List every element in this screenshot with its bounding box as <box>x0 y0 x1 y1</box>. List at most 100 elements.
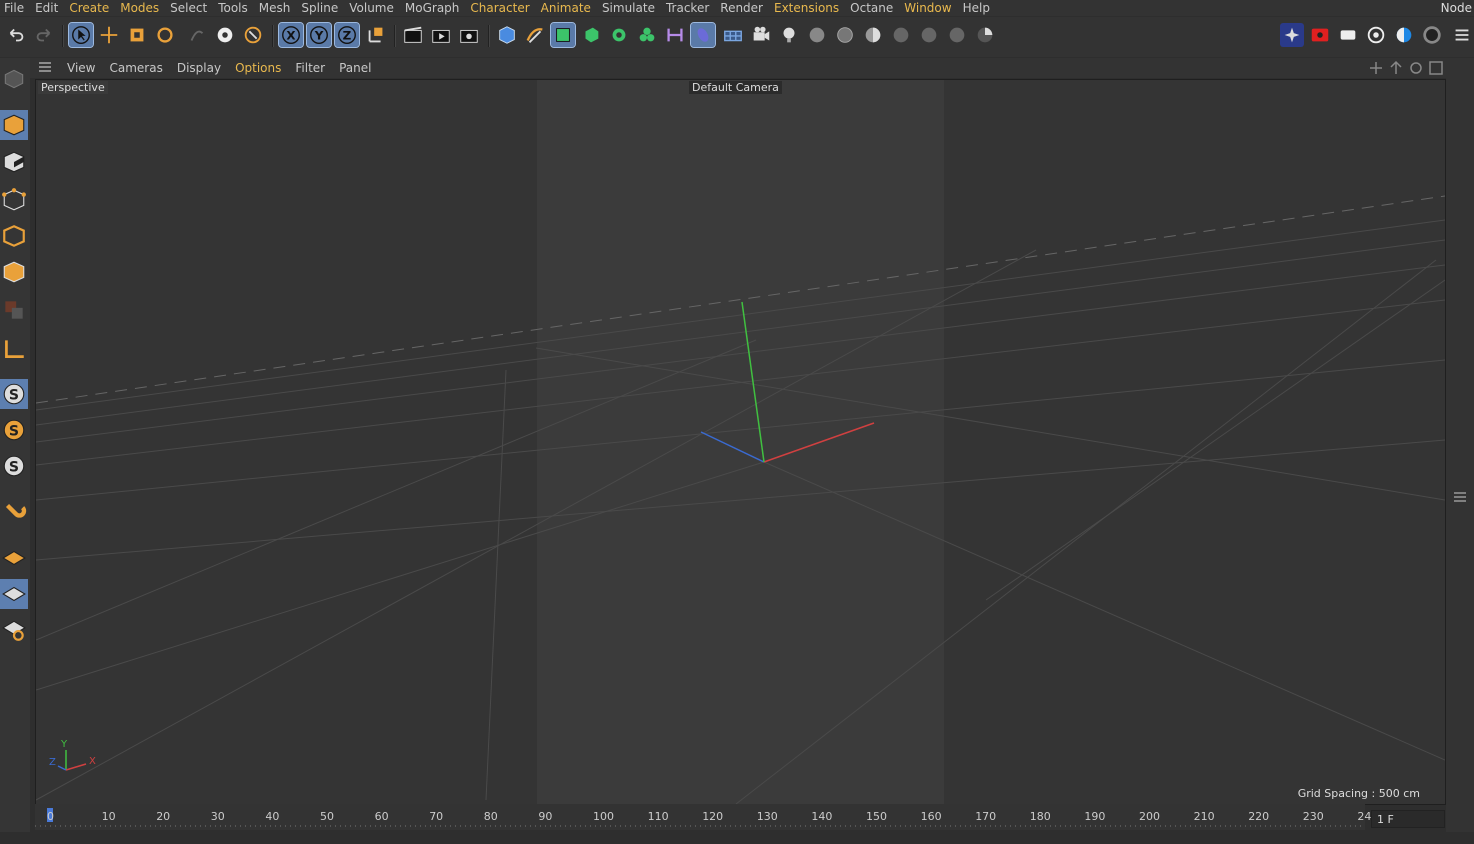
x-axis-lock-button[interactable]: X <box>278 22 304 48</box>
mix-material-button[interactable] <box>945 23 969 47</box>
planar-workplane-button[interactable] <box>0 615 28 645</box>
menu-edit[interactable]: Edit <box>31 0 65 16</box>
texture-mode-button[interactable] <box>0 147 28 177</box>
octane-camera-button[interactable] <box>1336 23 1360 47</box>
menu-character[interactable]: Character <box>466 0 536 16</box>
cube-object-button[interactable] <box>495 23 519 47</box>
timeline-ruler[interactable]: 0 10 20 30 40 50 60 70 80 90 100 110 120 130 140 150 160… <box>35 804 1378 830</box>
menu-select[interactable]: Select <box>166 0 214 16</box>
workplane-button[interactable] <box>0 543 28 573</box>
timeline-tick-label: 10 <box>101 810 116 823</box>
camera-object-button[interactable] <box>749 23 773 47</box>
uv-mode-button[interactable] <box>0 295 28 325</box>
live-selection-button[interactable] <box>185 23 209 47</box>
viewport-menu-icon[interactable] <box>30 61 60 76</box>
edges-mode-button[interactable] <box>0 221 28 251</box>
sculpt-snap-button[interactable]: S <box>0 415 28 445</box>
menu-mograph[interactable]: MoGraph <box>401 0 467 16</box>
model-mode-button[interactable] <box>0 110 28 140</box>
viewport-menu-view[interactable]: View <box>60 61 102 75</box>
menu-volume[interactable]: Volume <box>345 0 401 16</box>
octane-settings-button[interactable] <box>1280 23 1304 47</box>
solo-button[interactable]: S <box>0 451 28 481</box>
grid-spacing-label: Grid Spacing : 500 cm <box>1297 787 1420 800</box>
timeline-tick-label: 30 <box>210 810 225 823</box>
y-axis-lock-button[interactable]: Y <box>306 22 332 48</box>
perspective-viewport[interactable]: Perspective Default Camera Y X Z Grid Sp… <box>35 79 1446 805</box>
points-mode-button[interactable] <box>0 185 28 215</box>
menu-animate[interactable]: Animate <box>537 0 598 16</box>
pen-spline-button[interactable] <box>523 23 547 47</box>
material-button-3[interactable] <box>861 23 885 47</box>
panel-menu-icon[interactable] <box>1452 490 1468 504</box>
timeline-tick-label: 130 <box>756 810 778 823</box>
toolbar-menu-button[interactable] <box>1450 23 1474 47</box>
menu-window[interactable]: Window <box>900 0 958 16</box>
octane-material-button[interactable] <box>1392 23 1416 47</box>
menu-simulate[interactable]: Simulate <box>598 0 662 16</box>
viewport-menu-panel[interactable]: Panel <box>332 61 378 75</box>
polygons-cube-icon <box>3 261 25 283</box>
polygons-mode-button[interactable] <box>0 257 28 287</box>
deformer-button[interactable] <box>663 23 687 47</box>
cloner-button[interactable] <box>607 23 631 47</box>
z-axis-lock-button[interactable]: Z <box>334 22 360 48</box>
material-button-4[interactable] <box>889 23 913 47</box>
menu-tracker[interactable]: Tracker <box>662 0 716 16</box>
viewport-menu-cameras[interactable]: Cameras <box>102 61 169 75</box>
field-button[interactable] <box>690 22 716 48</box>
locked-workplane-button[interactable] <box>0 579 28 609</box>
menu-spline[interactable]: Spline <box>297 0 345 16</box>
render-view-button[interactable] <box>401 23 425 47</box>
default-camera-label[interactable]: Default Camera <box>689 81 782 94</box>
floor-object-button[interactable] <box>721 23 745 47</box>
current-frame-field[interactable]: 1 F <box>1371 810 1445 828</box>
scale-tool-button[interactable] <box>125 23 149 47</box>
octane-target-button[interactable] <box>1364 23 1388 47</box>
octane-live-viewer-button[interactable] <box>1308 23 1332 47</box>
menu-render[interactable]: Render <box>716 0 770 16</box>
blend-material-button[interactable] <box>917 23 941 47</box>
material-button-1[interactable] <box>805 23 829 47</box>
menu-modes[interactable]: Modes <box>116 0 166 16</box>
main-toolbar: X Y Z <box>0 17 1474 57</box>
viewport-menu-options[interactable]: Options <box>228 61 288 75</box>
extrude-generator-button[interactable] <box>579 23 603 47</box>
menu-mesh[interactable]: Mesh <box>255 0 298 16</box>
extrude-icon <box>585 27 599 43</box>
x-axis-icon: X <box>282 26 300 44</box>
material-button-5[interactable] <box>973 23 997 47</box>
snapping-button[interactable] <box>0 497 28 527</box>
menu-file[interactable]: File <box>0 0 31 16</box>
soft-selection-button[interactable]: S <box>0 379 28 409</box>
octane-preferences-button[interactable] <box>1420 23 1444 47</box>
menu-help[interactable]: Help <box>959 0 997 16</box>
select-tool-button[interactable] <box>68 22 94 48</box>
render-settings-button[interactable] <box>457 23 481 47</box>
render-to-picture-viewer-button[interactable] <box>429 23 453 47</box>
subdivision-surface-button[interactable] <box>550 22 576 48</box>
light-object-button[interactable] <box>777 23 801 47</box>
viewport-nav-icons[interactable] <box>1366 60 1444 76</box>
mograph-button[interactable] <box>635 23 659 47</box>
menu-tools[interactable]: Tools <box>214 0 255 16</box>
floor-grid-icon <box>724 30 742 42</box>
redo-button[interactable] <box>32 23 56 47</box>
viewport-projection-label: Perspective <box>38 81 108 94</box>
timeline-tick-label: 200 <box>1139 810 1160 823</box>
snap-tool-button[interactable] <box>241 23 265 47</box>
node-menu[interactable]: Node <box>1437 0 1474 16</box>
viewport-menu-filter[interactable]: Filter <box>288 61 332 75</box>
recent-tool-button[interactable] <box>213 23 237 47</box>
menu-extensions[interactable]: Extensions <box>770 0 846 16</box>
viewport-menu-display[interactable]: Display <box>170 61 228 75</box>
rotate-tool-button[interactable] <box>153 23 177 47</box>
coordinate-system-button[interactable] <box>364 23 388 47</box>
move-tool-button[interactable] <box>97 23 121 47</box>
menu-create[interactable]: Create <box>65 0 116 16</box>
menu-octane[interactable]: Octane <box>846 0 900 16</box>
undo-button[interactable] <box>4 23 28 47</box>
material-button-2[interactable] <box>833 23 857 47</box>
make-editable-button[interactable] <box>0 64 28 94</box>
axis-mode-button[interactable] <box>0 334 28 364</box>
